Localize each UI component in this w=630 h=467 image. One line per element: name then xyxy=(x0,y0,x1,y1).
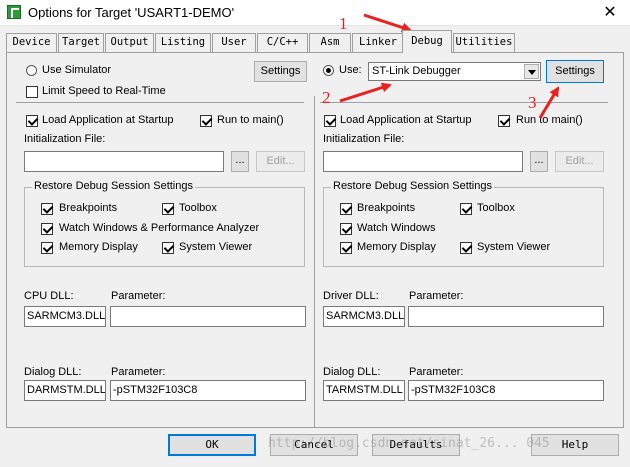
right-watch-checkbox[interactable] xyxy=(340,223,352,235)
tab-listing[interactable]: Listing xyxy=(155,33,211,52)
right-edit-button[interactable]: Edit... xyxy=(555,151,604,172)
right-dialog-dll-label: Dialog DLL: xyxy=(323,366,381,378)
use-label: Use: xyxy=(339,64,362,76)
left-load-app-checkbox[interactable] xyxy=(26,115,38,127)
limit-speed-checkbox[interactable] xyxy=(26,86,38,98)
right-dialog-dll-input[interactable]: TARMSTM.DLL xyxy=(323,380,405,401)
use-simulator-radio[interactable] xyxy=(26,65,37,76)
right-memory-checkbox[interactable] xyxy=(340,242,352,254)
driver-param-input[interactable] xyxy=(408,306,604,327)
right-breakpoints-checkbox[interactable] xyxy=(340,203,352,215)
column-divider xyxy=(314,96,315,428)
right-breakpoints-label: Breakpoints xyxy=(357,202,416,214)
left-dialog-dll-label: Dialog DLL: xyxy=(24,366,82,378)
left-toolbox-label: Toolbox xyxy=(179,202,217,214)
annotation-number-2: 2 xyxy=(322,88,331,107)
right-restore-group-title: Restore Debug Session Settings xyxy=(331,180,494,192)
cpu-param-input[interactable] xyxy=(110,306,306,327)
tab-asm[interactable]: Asm xyxy=(309,33,351,52)
right-watch-label: Watch Windows xyxy=(357,222,436,234)
right-init-file-input[interactable] xyxy=(323,151,523,172)
cancel-button[interactable]: Cancel xyxy=(270,434,358,456)
title-bar: Options for Target 'USART1-DEMO' ✕ xyxy=(0,0,630,26)
app-icon xyxy=(7,5,21,19)
left-restore-group-title: Restore Debug Session Settings xyxy=(32,180,195,192)
left-init-file-input[interactable] xyxy=(24,151,224,172)
defaults-button[interactable]: Defaults xyxy=(372,434,460,456)
right-load-app-checkbox[interactable] xyxy=(324,115,336,127)
left-watch-checkbox[interactable] xyxy=(41,223,53,235)
left-memory-checkbox[interactable] xyxy=(41,242,53,254)
left-toolbox-checkbox[interactable] xyxy=(162,203,174,215)
driver-dll-input[interactable]: SARMCM3.DLL xyxy=(323,306,405,327)
debugger-select-value: ST-Link Debugger xyxy=(372,65,461,77)
tab-c-cpp[interactable]: C/C++ xyxy=(257,33,308,52)
left-browse-button[interactable]: ... xyxy=(231,151,249,172)
left-watch-label: Watch Windows & Performance Analyzer xyxy=(59,222,260,234)
tab-output[interactable]: Output xyxy=(105,33,154,52)
driver-param-label: Parameter: xyxy=(409,290,464,302)
cpu-dll-input[interactable]: SARMCM3.DLL xyxy=(24,306,106,327)
right-toolbox-label: Toolbox xyxy=(477,202,515,214)
left-init-file-label: Initialization File: xyxy=(24,133,106,145)
debugger-settings-button[interactable]: Settings xyxy=(546,60,604,83)
debugger-select[interactable]: ST-Link Debugger xyxy=(368,62,541,81)
right-dialog-param-label: Parameter: xyxy=(409,366,464,378)
limit-speed-label: Limit Speed to Real-Time xyxy=(42,85,166,97)
use-simulator-label: Use Simulator xyxy=(42,64,112,76)
right-memory-label: Memory Display xyxy=(357,241,436,253)
annotation-number-3: 3 xyxy=(528,93,537,112)
right-run-to-main-checkbox[interactable] xyxy=(498,115,510,127)
right-init-file-label: Initialization File: xyxy=(323,133,405,145)
tab-debug[interactable]: Debug xyxy=(402,30,452,53)
help-button[interactable]: Help xyxy=(531,434,619,456)
tab-device[interactable]: Device xyxy=(6,33,57,52)
left-dialog-param-label: Parameter: xyxy=(111,366,166,378)
left-system-viewer-checkbox[interactable] xyxy=(162,242,174,254)
ok-button[interactable]: OK xyxy=(168,434,256,456)
simulator-settings-button[interactable]: Settings xyxy=(254,61,307,82)
right-load-app-label: Load Application at Startup xyxy=(340,114,472,126)
cpu-param-label: Parameter: xyxy=(111,290,166,302)
left-load-app-label: Load Application at Startup xyxy=(42,114,174,126)
left-run-to-main-label: Run to main() xyxy=(217,114,284,126)
annotation-number-1: 1 xyxy=(339,14,348,33)
left-separator xyxy=(16,102,304,103)
right-system-viewer-checkbox[interactable] xyxy=(460,242,472,254)
right-separator xyxy=(320,102,608,103)
tab-target[interactable]: Target xyxy=(58,33,104,52)
left-breakpoints-checkbox[interactable] xyxy=(41,203,53,215)
left-dialog-param-input[interactable]: -pSTM32F103C8 xyxy=(110,380,306,401)
window-title: Options for Target 'USART1-DEMO' xyxy=(28,5,235,20)
left-edit-button[interactable]: Edit... xyxy=(256,151,305,172)
right-dialog-param-input[interactable]: -pSTM32F103C8 xyxy=(408,380,604,401)
right-run-to-main-label: Run to main() xyxy=(516,114,583,126)
cpu-dll-label: CPU DLL: xyxy=(24,290,74,302)
left-breakpoints-label: Breakpoints xyxy=(59,202,118,214)
right-browse-button[interactable]: ... xyxy=(530,151,548,172)
tab-utilities[interactable]: Utilities xyxy=(453,33,515,52)
driver-dll-label: Driver DLL: xyxy=(323,290,379,302)
left-run-to-main-checkbox[interactable] xyxy=(200,115,212,127)
tab-linker[interactable]: Linker xyxy=(352,33,404,52)
use-debugger-radio[interactable] xyxy=(323,65,334,76)
tab-user[interactable]: User xyxy=(212,33,256,52)
dropdown-arrow-icon[interactable] xyxy=(524,64,539,79)
close-button[interactable]: ✕ xyxy=(600,3,620,23)
left-dialog-dll-input[interactable]: DARMSTM.DLL xyxy=(24,380,106,401)
right-toolbox-checkbox[interactable] xyxy=(460,203,472,215)
left-system-viewer-label: System Viewer xyxy=(179,241,253,253)
right-system-viewer-label: System Viewer xyxy=(477,241,551,253)
left-memory-label: Memory Display xyxy=(59,241,138,253)
